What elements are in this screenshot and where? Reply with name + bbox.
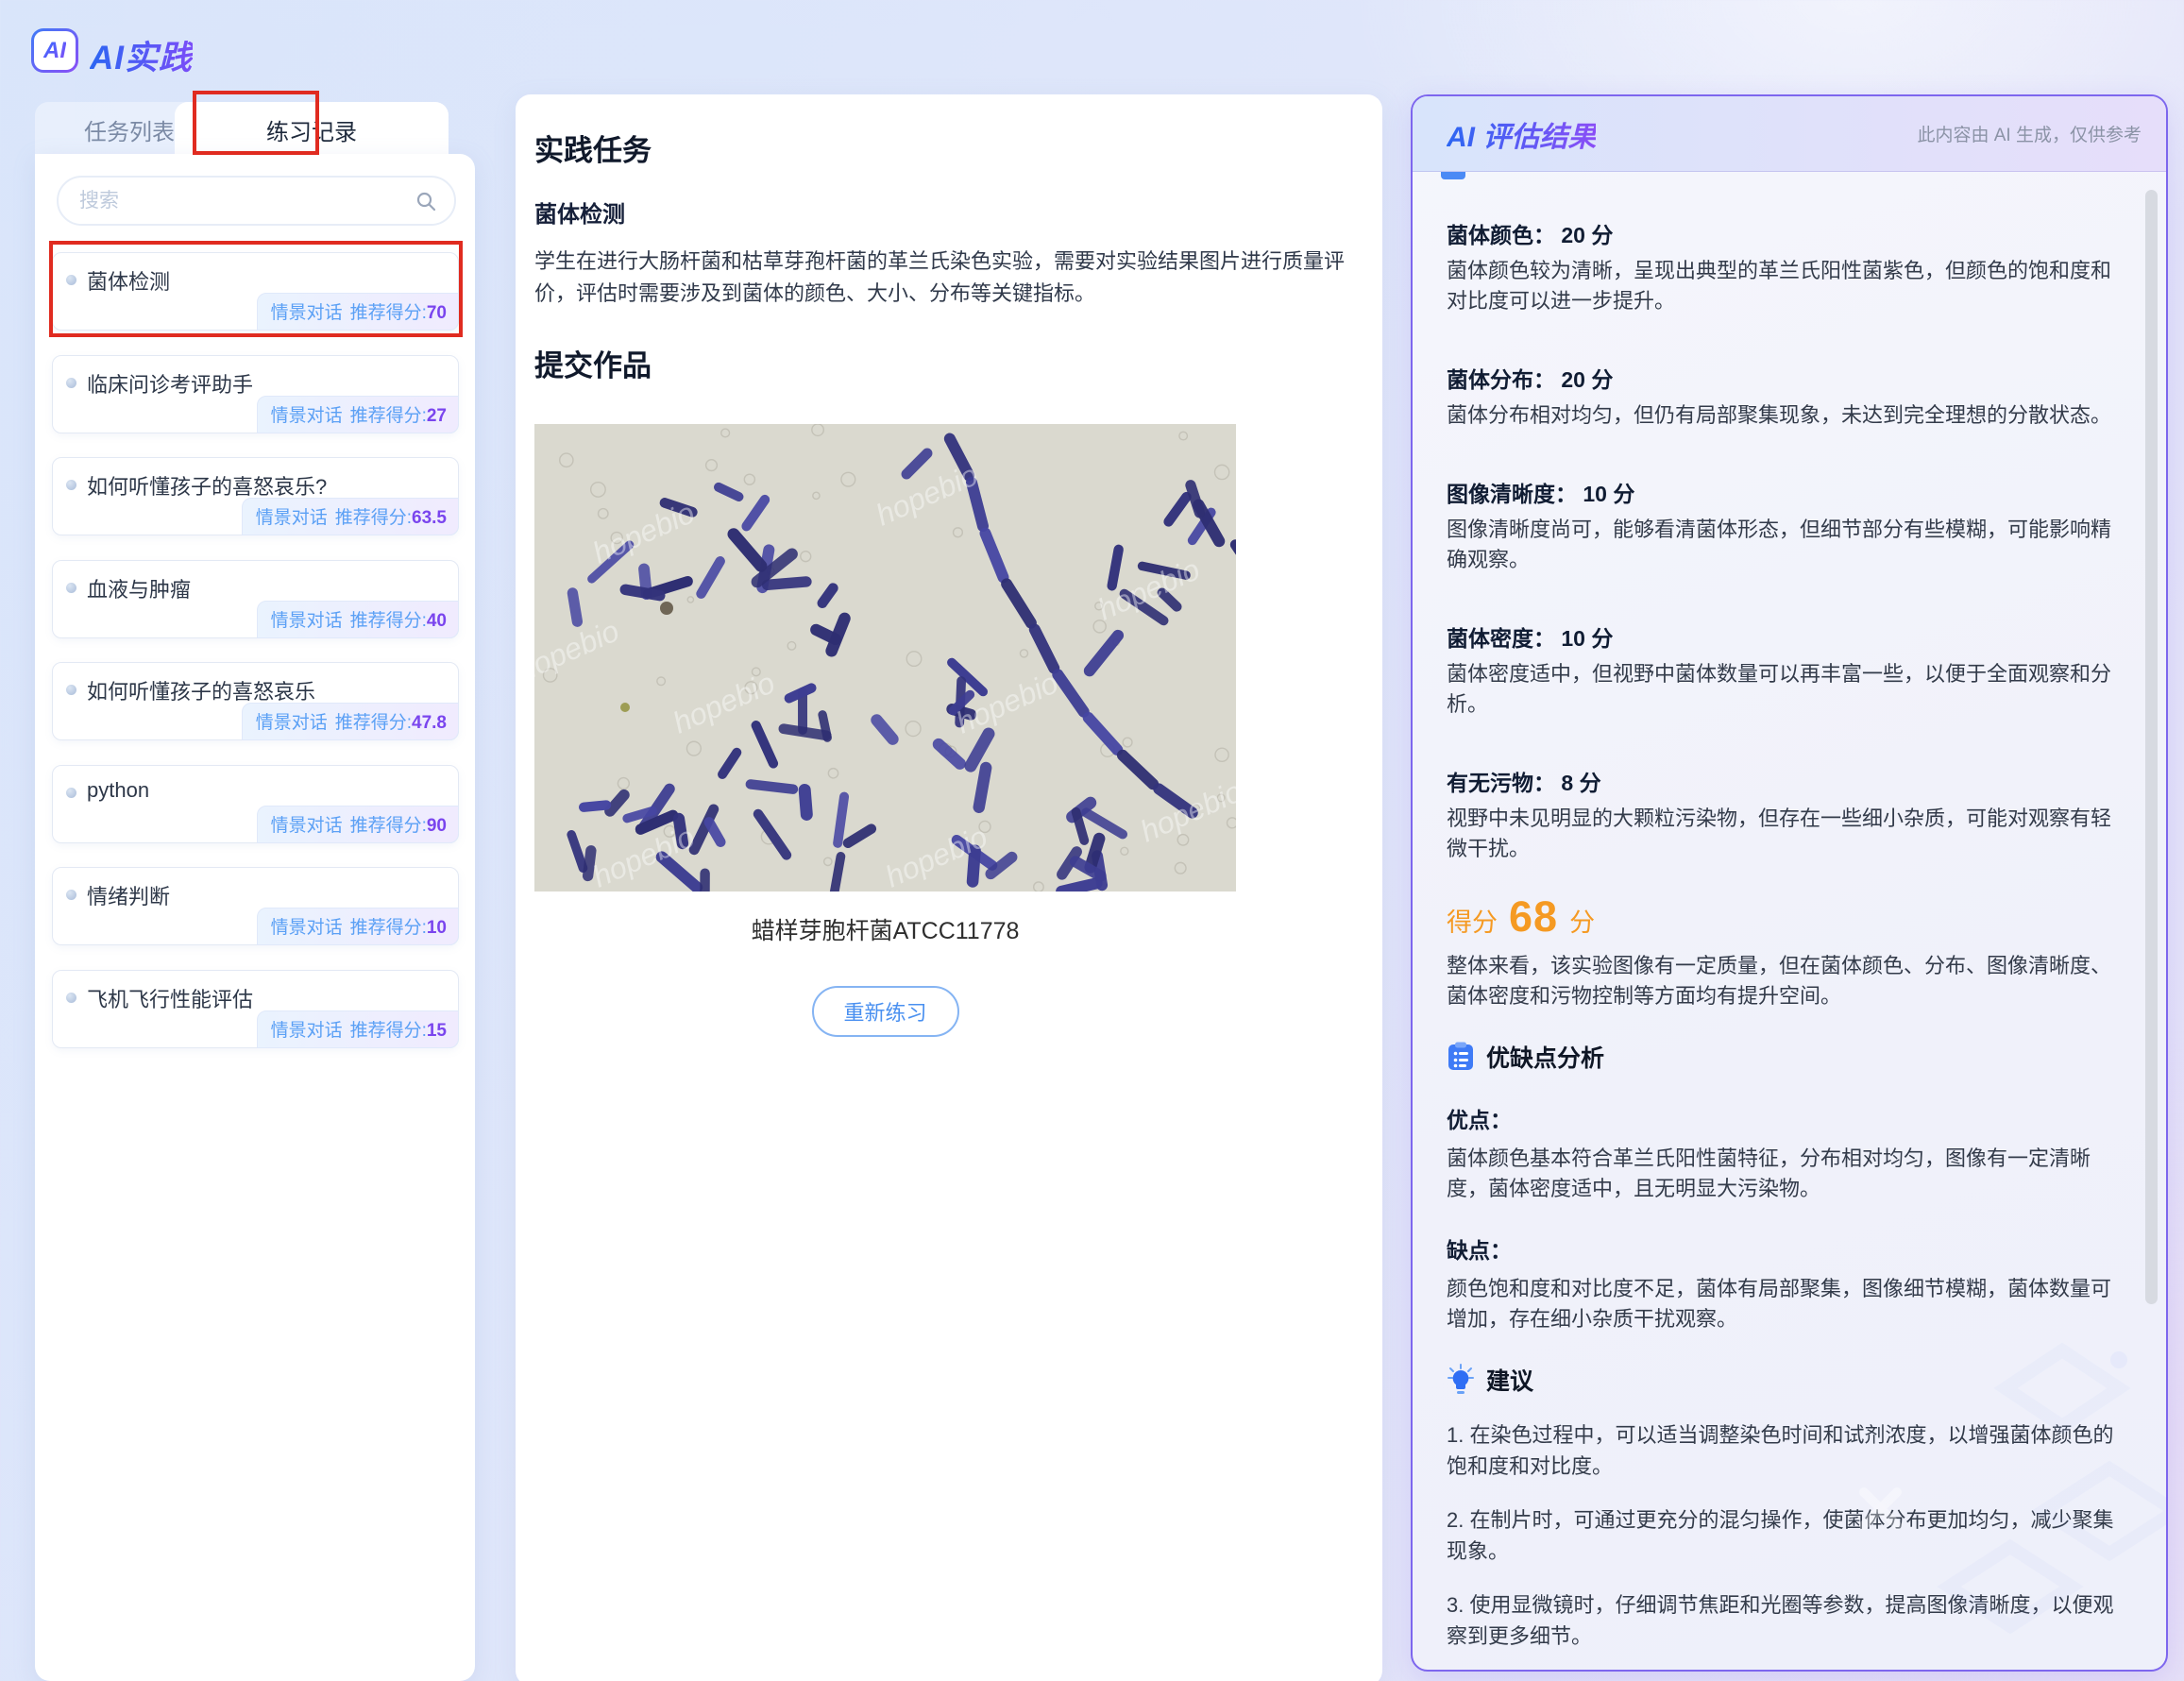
criterion-color: 菌体颜色： 20 分 菌体颜色较为清晰，呈现出典型的革兰氏阳性菌紫色，但颜色的饱… (1447, 217, 2132, 316)
item-dot-icon (66, 583, 76, 593)
list-item-flight-performance[interactable]: 飞机飞行性能评估 情景对话推荐得分:15 (52, 970, 459, 1048)
item-title: 情绪判断 (87, 880, 170, 910)
pros-label: 优点： (1447, 1102, 2132, 1134)
page-title: AI实践 (90, 31, 193, 79)
item-score-badge: 情景对话推荐得分:63.5 (242, 498, 459, 535)
item-dot-icon (66, 685, 76, 695)
item-score-badge: 情景对话推荐得分:90 (257, 806, 459, 843)
cons-label: 缺点： (1447, 1232, 2132, 1265)
criterion-density: 菌体密度： 10 分 菌体密度适中，但视野中菌体数量可以再丰富一些，以便于全面观… (1447, 620, 2132, 720)
pros-text: 菌体颜色基本符合革兰氏阳性菌特征，分布相对均匀，图像有一定清晰度，菌体密度适中，… (1447, 1144, 2126, 1204)
item-score-badge: 情景对话推荐得分:70 (257, 293, 459, 331)
task-heading: 实践任务 (534, 127, 652, 169)
analysis-heading: 优缺点分析 (1447, 1040, 2132, 1074)
evaluation-panel: AI 评估结果 此内容由 AI 生成，仅供参考 菌体颜色： 20 分 菌体颜色较… (1411, 94, 2168, 1672)
item-dot-icon (66, 788, 76, 798)
search-input[interactable] (79, 190, 415, 212)
item-title: 菌体检测 (87, 265, 170, 296)
item-score-badge: 情景对话推荐得分:40 (257, 601, 459, 638)
evaluation-title: AI 评估结果 (1447, 113, 1596, 155)
task-description: 学生在进行大肠杆菌和枯草芽孢杆菌的革兰氏染色实验，需要对实验结果图片进行质量评价… (534, 246, 1361, 310)
list-item-python[interactable]: python 情景对话推荐得分:90 (52, 765, 459, 843)
criterion-contamination: 有无污物： 8 分 视野中未见明显的大颗粒污染物，但存在一些细小杂质，可能对观察… (1447, 765, 2132, 864)
bacteria-micrograph: hopebiohopebiohopebiohopebiohopebiohopeb… (534, 424, 1236, 891)
criterion-clarity: 图像清晰度： 10 分 图像清晰度尚可，能够看清菌体形态，但细节部分有些模糊，可… (1447, 476, 2132, 575)
cons-text: 颜色饱和度和对比度不足，菌体有局部聚集，图像细节模糊，菌体数量可增加，存在细小杂… (1447, 1274, 2126, 1334)
list-item-clinical-assistant[interactable]: 临床问诊考评助手 情景对话推荐得分:27 (52, 355, 459, 433)
evaluation-header: AI 评估结果 此内容由 AI 生成，仅供参考 (1413, 96, 2166, 172)
tab-practice-records[interactable]: 练习记录 (175, 102, 449, 157)
clipboard-list-icon (1447, 1042, 1475, 1072)
app-logo-text: AI (43, 38, 66, 64)
item-dot-icon (66, 890, 76, 900)
item-score-badge: 情景对话推荐得分:27 (257, 396, 459, 433)
item-dot-icon (66, 993, 76, 1003)
suggestion-2: 2. 在制片时，可通过更充分的混匀操作，使菌体分布更加均匀，减少聚集现象。 (1447, 1504, 2126, 1567)
suggestions-heading: 建议 (1447, 1363, 2132, 1397)
total-score: 得分 68 分 (1447, 892, 2132, 942)
task-panel: 实践任务 菌体检测 学生在进行大肠杆菌和枯草芽孢杆菌的革兰氏染色实验，需要对实验… (516, 94, 1382, 1681)
search-box[interactable] (57, 176, 456, 226)
evaluation-scrollbar[interactable] (2145, 190, 2158, 1304)
item-dot-icon (66, 480, 76, 490)
lightbulb-icon (1447, 1364, 1475, 1396)
clipped-section-icon (1441, 172, 1465, 179)
submission-heading: 提交作品 (534, 342, 652, 384)
evaluation-body: 菌体颜色： 20 分 菌体颜色较为清晰，呈现出典型的革兰氏阳性菌紫色，但颜色的饱… (1413, 172, 2166, 1672)
item-score-badge: 情景对话推荐得分:10 (257, 908, 459, 945)
list-item-bacteria-detection[interactable]: 菌体检测 情景对话推荐得分:70 (52, 252, 459, 331)
item-title: 飞机飞行性能评估 (87, 983, 253, 1013)
item-title: 临床问诊考评助手 (87, 368, 253, 399)
item-score-badge: 情景对话推荐得分:15 (257, 1010, 459, 1048)
list-item-child-emotions-q[interactable]: 如何听懂孩子的喜怒哀乐? 情景对话推荐得分:63.5 (52, 457, 459, 535)
item-title: python (87, 778, 149, 803)
ai-disclaimer: 此内容由 AI 生成，仅供参考 (1917, 121, 2142, 146)
item-score-badge: 情景对话推荐得分:47.8 (242, 703, 459, 740)
image-caption: 蜡样芽胞杆菌ATCC11778 (534, 912, 1236, 946)
list-item-blood-tumor[interactable]: 血液与肿瘤 情景对话推荐得分:40 (52, 560, 459, 638)
search-icon (415, 190, 437, 212)
item-title: 如何听懂孩子的喜怒哀乐 (87, 675, 315, 705)
app-logo: AI (31, 28, 78, 73)
submission-image: hopebiohopebiohopebiohopebiohopebiohopeb… (534, 424, 1236, 891)
item-dot-icon (66, 275, 76, 285)
overall-summary: 整体来看，该实验图像有一定质量，但在菌体颜色、分布、图像清晰度、菌体密度和污物控… (1447, 951, 2126, 1011)
retry-practice-button[interactable]: 重新练习 (812, 986, 959, 1037)
suggestion-3: 3. 使用显微镜时，仔细调节焦距和光圈等参数，提高图像清晰度，以便观察到更多细节… (1447, 1589, 2126, 1652)
list-item-child-emotions[interactable]: 如何听懂孩子的喜怒哀乐 情景对话推荐得分:47.8 (52, 662, 459, 740)
task-name: 菌体检测 (534, 195, 1354, 229)
item-title: 血液与肿瘤 (87, 573, 191, 603)
list-item-emotion-judgment[interactable]: 情绪判断 情景对话推荐得分:10 (52, 867, 459, 945)
item-title: 如何听懂孩子的喜怒哀乐? (87, 470, 327, 501)
suggestion-1: 1. 在染色过程中，可以适当调整染色时间和试剂浓度，以增强菌体颜色的饱和度和对比… (1447, 1419, 2126, 1482)
criterion-distribution: 菌体分布： 20 分 菌体分布相对均匀，但仍有局部聚集现象，未达到完全理想的分散… (1447, 362, 2132, 431)
item-dot-icon (66, 378, 76, 388)
